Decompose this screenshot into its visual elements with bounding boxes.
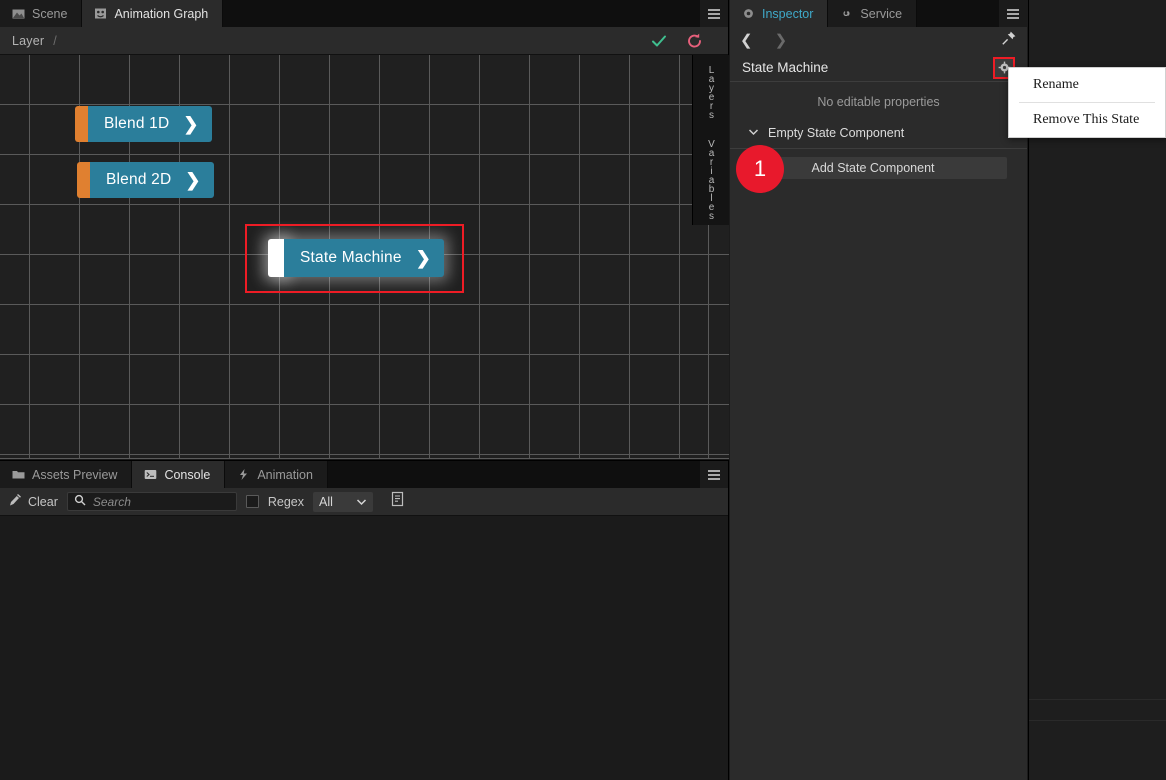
tab-console-label: Console bbox=[164, 467, 211, 482]
tab-scene[interactable]: Scene bbox=[0, 0, 83, 27]
node-body: Blend 2D ❯ bbox=[90, 162, 214, 198]
search-input[interactable] bbox=[92, 494, 230, 509]
inspector-navigation-bar: ❮ ❯ bbox=[730, 27, 1027, 54]
inspector-title-row: State Machine bbox=[730, 54, 1027, 82]
step-badge-number: 1 bbox=[753, 156, 767, 181]
revert-refresh-icon[interactable] bbox=[686, 32, 704, 50]
graph-tabbar: Scene Animation Graph bbox=[0, 0, 728, 27]
menu-item-rename[interactable]: Rename bbox=[1009, 68, 1165, 102]
menu-item-remove-this-state[interactable]: Remove This State bbox=[1009, 103, 1165, 137]
tab-animation-graph-label: Animation Graph bbox=[114, 6, 209, 21]
graph-node-blend-2d[interactable]: Blend 2D ❯ bbox=[77, 162, 214, 198]
search-icon bbox=[74, 493, 86, 511]
console-toolbar: Clear Regex All bbox=[0, 488, 728, 516]
context-menu: Rename Remove This State bbox=[1008, 67, 1166, 138]
tabbar-spacer bbox=[327, 461, 700, 488]
broom-icon bbox=[8, 493, 22, 510]
tabbar-spacer bbox=[917, 0, 999, 27]
chevron-right-icon: ❯ bbox=[183, 114, 199, 134]
step-badge-1: 1 bbox=[736, 145, 784, 193]
page-title: State Machine bbox=[742, 60, 829, 75]
scene-icon bbox=[12, 7, 25, 20]
inspector-panel: Inspector Service ❮ ❯ State Machine No e… bbox=[730, 0, 1027, 780]
pin-icon[interactable] bbox=[1001, 30, 1017, 51]
tab-console[interactable]: Console bbox=[132, 461, 226, 488]
breadcrumb-separator: / bbox=[53, 33, 57, 48]
node-body: Blend 1D ❯ bbox=[88, 106, 212, 142]
console-panel-menu-icon[interactable] bbox=[700, 461, 728, 488]
console-log-area[interactable] bbox=[0, 516, 728, 780]
tab-animation[interactable]: Animation bbox=[225, 461, 328, 488]
side-tab-variables[interactable]: Variables bbox=[706, 129, 717, 230]
gear-icon bbox=[742, 7, 755, 20]
component-section-label: Empty State Component bbox=[768, 126, 905, 140]
chevron-right-icon: ❯ bbox=[185, 170, 201, 190]
log-filter-select[interactable]: All bbox=[313, 491, 374, 512]
node-body: State Machine ❯ bbox=[284, 239, 444, 277]
clear-button-label: Clear bbox=[28, 494, 58, 509]
graph-node-state-machine[interactable]: State Machine ❯ bbox=[268, 239, 444, 277]
graph-panel-menu-icon[interactable] bbox=[700, 0, 728, 27]
search-box[interactable] bbox=[66, 492, 237, 511]
folder-icon bbox=[12, 468, 25, 481]
menu-item-remove-label: Remove This State bbox=[1033, 112, 1140, 127]
chevron-right-icon: ❯ bbox=[415, 248, 431, 268]
breadcrumb-bar: Layer / bbox=[0, 27, 728, 55]
link-icon bbox=[840, 7, 853, 20]
chevron-down-icon bbox=[748, 127, 759, 139]
regex-checkbox[interactable] bbox=[245, 495, 259, 508]
animation-graph-icon bbox=[94, 7, 107, 20]
animation-icon bbox=[237, 468, 250, 481]
breadcrumb[interactable]: Layer / bbox=[12, 34, 57, 48]
document-icon[interactable] bbox=[390, 491, 405, 512]
inspector-panel-menu-icon[interactable] bbox=[999, 0, 1027, 27]
strip-divider bbox=[1029, 699, 1166, 700]
chevron-left-icon[interactable]: ❮ bbox=[740, 33, 753, 48]
tab-assets-preview-label: Assets Preview bbox=[32, 467, 118, 482]
graph-side-tabs: Layers Variables bbox=[692, 55, 729, 225]
breadcrumb-root[interactable]: Layer bbox=[12, 34, 44, 48]
node-handle bbox=[268, 239, 284, 277]
clear-button[interactable]: Clear bbox=[8, 493, 58, 510]
tab-animation-label: Animation bbox=[257, 467, 313, 482]
inspector-tabbar: Inspector Service bbox=[730, 0, 1027, 27]
terminal-icon bbox=[144, 468, 157, 481]
node-label: State Machine bbox=[300, 249, 402, 266]
breadcrumb-actions bbox=[650, 32, 716, 50]
no-editable-properties-text: No editable properties bbox=[817, 95, 940, 109]
node-handle bbox=[77, 162, 90, 198]
graph-canvas[interactable]: Blend 1D ❯ Blend 2D ❯ State Machine ❯ La… bbox=[0, 55, 729, 459]
graph-node-blend-1d[interactable]: Blend 1D ❯ bbox=[75, 106, 212, 142]
chevron-right-icon[interactable]: ❯ bbox=[775, 33, 788, 48]
tabbar-spacer bbox=[223, 0, 700, 27]
tab-service-label: Service bbox=[860, 6, 903, 21]
chevron-down-icon bbox=[356, 495, 367, 509]
side-tab-layers[interactable]: Layers bbox=[706, 55, 717, 129]
console-tabbar: Assets Preview Console Animation bbox=[0, 461, 728, 488]
component-section-header[interactable]: Empty State Component bbox=[730, 121, 1027, 149]
console-panel: Assets Preview Console Animation Clear S… bbox=[0, 460, 729, 780]
tab-scene-label: Scene bbox=[32, 6, 68, 21]
node-handle bbox=[75, 106, 88, 142]
node-label: Blend 1D bbox=[104, 115, 170, 132]
apply-check-icon[interactable] bbox=[650, 32, 668, 50]
application-window: Scene Animation Graph Layer / Blend 1D ❯… bbox=[0, 0, 1166, 780]
tab-assets-preview[interactable]: Assets Preview bbox=[0, 461, 133, 488]
animation-graph-panel: Scene Animation Graph Layer / Blend 1D ❯… bbox=[0, 0, 729, 459]
tab-animation-graph[interactable]: Animation Graph bbox=[82, 0, 224, 27]
strip-divider bbox=[1029, 720, 1166, 721]
tab-service[interactable]: Service bbox=[828, 0, 918, 27]
add-state-component-label: Add State Component bbox=[811, 161, 935, 175]
tab-inspector-label: Inspector bbox=[762, 6, 814, 21]
log-filter-value: All bbox=[319, 494, 333, 509]
menu-item-rename-label: Rename bbox=[1033, 77, 1079, 92]
node-label: Blend 2D bbox=[106, 171, 172, 188]
regex-label: Regex bbox=[267, 494, 305, 509]
tab-inspector[interactable]: Inspector bbox=[730, 0, 829, 27]
